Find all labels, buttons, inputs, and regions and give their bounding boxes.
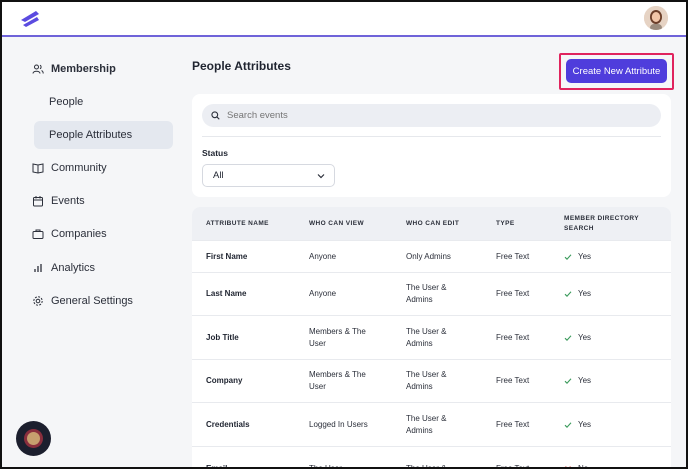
bar-chart-icon [34,264,42,272]
table-row[interactable]: Last Name Anyone The User & Admins Free … [192,272,671,315]
table-row[interactable]: Email The User The User & Free Text No [192,446,671,469]
attribute-name: Credentials [206,419,250,429]
divider [202,136,661,137]
sidebar: Membership People People Attributes Comm… [2,39,182,467]
directory-search: Yes [564,403,591,446]
table-row[interactable]: Company Members & The User The User & Ad… [192,359,671,402]
attribute-type: Free Text [496,289,530,298]
who-can-view: Anyone [309,289,337,298]
sidebar-item-label: People Attributes [49,129,133,141]
sidebar-item-label: People [49,96,84,108]
create-new-attribute-button[interactable]: Create New Attribute [566,59,667,83]
check-icon [564,378,572,384]
sidebar-item-general-settings[interactable]: General Settings [32,287,133,315]
help-launcher-button[interactable] [16,421,51,456]
who-can-edit: The User & Admins [406,326,447,348]
table-row[interactable]: Credentials Logged In Users The User & A… [192,402,671,446]
attribute-type: Free Text [496,332,530,342]
create-button-highlight: Create New Attribute [559,53,674,90]
calendar-icon [33,196,43,207]
page-title: People Attributes [192,59,291,73]
attribute-type: Free Text [496,376,530,385]
book-icon [32,163,44,174]
column-header-type[interactable]: TYPE [496,207,515,240]
search-bar[interactable] [202,104,661,127]
directory-search-value: Yes [578,251,592,261]
check-icon [564,421,572,428]
attribute-name: Last Name [206,289,247,298]
column-header-attribute-name[interactable]: ATTRIBUTE NAME [206,207,269,240]
directory-search: Yes [564,360,591,402]
who-can-view: The User [309,463,342,469]
sidebar-item-people[interactable]: People [34,88,173,116]
sidebar-item-people-attributes[interactable]: People Attributes [34,121,173,149]
who-can-view: Members & The User [309,370,366,391]
who-can-edit: The User & Admins [406,413,447,435]
attribute-type: Free Text [496,463,530,469]
status-select-value: All [213,170,224,181]
sidebar-item-companies[interactable]: Companies [32,220,107,248]
sidebar-item-community[interactable]: Community [32,154,107,182]
check-icon [564,291,572,297]
who-can-edit: The User & Admins [406,370,447,391]
table-row[interactable]: First Name Anyone Only Admins Free Text … [192,240,671,272]
sidebar-item-events[interactable]: Events [32,187,85,215]
attributes-table: ATTRIBUTE NAME WHO CAN VIEW WHO CAN EDIT… [192,207,671,469]
gear-icon [33,296,43,306]
app-logo-icon[interactable] [18,8,42,30]
who-can-edit: Only Admins [406,251,451,261]
sidebar-item-label: General Settings [51,295,133,307]
directory-search-value: Yes [578,332,592,342]
sidebar-item-label: Community [51,162,107,174]
attribute-type: Free Text [496,419,530,429]
attribute-name: First Name [206,251,248,261]
app-frame: Membership People People Attributes Comm… [0,0,688,469]
sidebar-item-analytics[interactable]: Analytics [32,254,95,282]
sidebar-item-label: Events [51,195,85,207]
column-header-member-directory-search[interactable]: MEMBER DIRECTORY SEARCH [564,207,644,240]
directory-search-value: Yes [578,376,592,385]
who-can-edit: The User & [406,463,447,469]
table-row[interactable]: Job Title Members & The User The User & … [192,315,671,359]
launcher-icon [27,432,40,445]
status-label: Status [202,148,228,158]
sidebar-item-label: Membership [51,63,116,75]
directory-search-value: Yes [578,289,592,298]
x-icon [565,465,571,467]
filter-panel: Status All [192,94,671,197]
column-header-who-can-view[interactable]: WHO CAN VIEW [309,207,364,240]
status-select[interactable]: All [202,164,335,187]
search-input[interactable] [227,110,627,121]
directory-search: No [564,447,589,469]
directory-search: Yes [564,273,591,315]
sidebar-item-label: Analytics [51,262,96,274]
attribute-name: Company [206,376,243,385]
who-can-view: Members & The User [309,326,366,348]
who-can-view: Anyone [309,251,337,261]
attribute-name: Job Title [206,332,239,342]
who-can-view: Logged In Users [309,419,368,429]
attribute-name: Email [206,463,228,469]
who-can-edit: The User & Admins [406,283,447,304]
briefcase-icon [32,229,44,239]
table-header: ATTRIBUTE NAME WHO CAN VIEW WHO CAN EDIT… [192,207,671,240]
directory-search-value: Yes [578,419,592,429]
check-icon [564,253,572,260]
chevron-down-icon [317,174,325,179]
sidebar-item-label: Companies [51,228,107,240]
sidebar-item-membership[interactable]: Membership [32,55,116,83]
check-icon [564,334,572,341]
column-header-who-can-edit[interactable]: WHO CAN EDIT [406,207,459,240]
top-bar [2,2,686,37]
directory-search: Yes [564,316,591,359]
directory-search: Yes [564,241,591,272]
attribute-type: Free Text [496,251,530,261]
directory-search-value: No [578,463,589,469]
search-icon [211,111,220,120]
user-avatar[interactable] [644,6,668,30]
users-icon [32,64,44,74]
